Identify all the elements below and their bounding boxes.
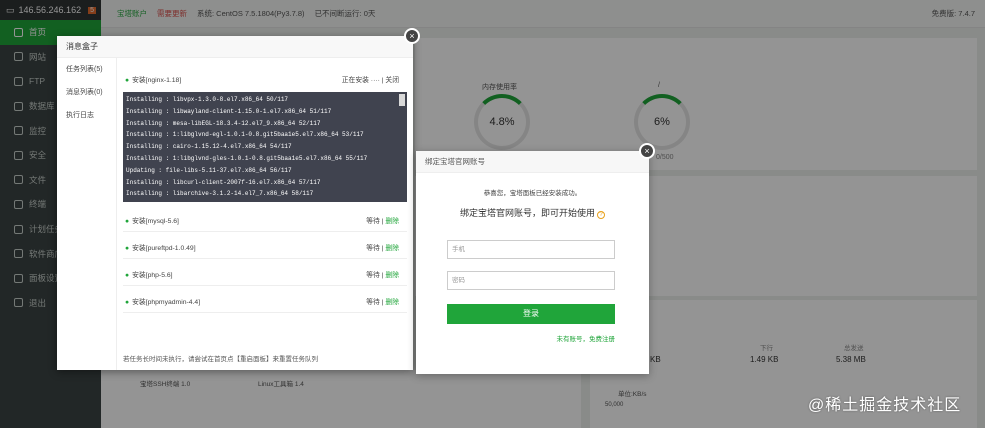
tab-execution-log[interactable]: 执行日志 xyxy=(57,104,116,127)
current-task-name: ● 安装[nginx-1.18] xyxy=(125,77,182,84)
delete-task-button[interactable]: 删除 xyxy=(385,245,399,252)
console-line: Installing : libvpx-1.3.0-8.el7.x86_64 5… xyxy=(126,96,289,103)
delete-task-button[interactable]: 删除 xyxy=(385,299,399,306)
help-icon[interactable]: ? xyxy=(597,211,605,219)
task-hint: 若任务长时间未执行，请尝试在首页点【重启面板】来重置任务队列 xyxy=(123,356,318,363)
task-wait: 等待 xyxy=(366,217,380,225)
bind-account-dialog: 绑定宝塔官网账号 恭喜您，宝塔面板已经安装成功。 绑定宝塔官网账号，即可开始使用… xyxy=(416,151,649,374)
install-console: Installing : libvpx-1.3.0-8.el7.x86_64 5… xyxy=(123,92,407,202)
console-line: Installing : libwayland-client-1.15.0-1.… xyxy=(126,107,332,115)
console-line: Installing : mesa-libEGL-18.3.4-12.el7_9… xyxy=(126,119,321,127)
tab-message-list[interactable]: 消息列表(0) xyxy=(57,81,116,104)
task-list: ● 安装[nginx-1.18] 正在安装 ···· | 关闭 Installin… xyxy=(123,70,407,370)
phone-input[interactable]: 手机 xyxy=(447,240,615,259)
task-name: ● 安装[pureftpd-1.0.49] xyxy=(125,244,196,252)
task-row: ● 安装[pureftpd-1.0.49] 等待 | 删除 xyxy=(123,235,407,259)
tab-task-list[interactable]: 任务列表(5) xyxy=(57,58,116,81)
console-line: Installing : 1:libglvnd-gles-1.0.1-0.8.g… xyxy=(126,154,368,162)
delete-task-button[interactable]: 删除 xyxy=(385,272,399,279)
close-icon[interactable]: × xyxy=(404,28,420,44)
task-row: ● 安装[mysql-5.6] 等待 | 删除 xyxy=(123,208,407,232)
login-button[interactable]: 登录 xyxy=(447,304,615,324)
password-input[interactable]: 密码 xyxy=(447,271,615,290)
register-link[interactable]: 未有账号，免费注册 xyxy=(557,333,616,343)
console-line: Installing : libarchive-3.1.2-14.el7_7.x… xyxy=(126,190,314,198)
dialog-title: 消息盒子 xyxy=(57,36,413,58)
task-wait: 等待 xyxy=(366,298,380,306)
task-row: ● 安装[php-5.6] 等待 | 删除 xyxy=(123,262,407,286)
task-wait: 等待 xyxy=(366,271,380,279)
message-box-dialog: 消息盒子 任务列表(5) 消息列表(0) 执行日志 ● 安装[nginx-1.18… xyxy=(57,36,413,370)
delete-task-button[interactable]: 删除 xyxy=(385,218,399,225)
console-scrollbar[interactable] xyxy=(399,94,405,106)
bind-dialog-title: 绑定宝塔官网账号 xyxy=(416,151,649,173)
task-row: ● 安装[phpmyadmin-4.4] 等待 | 删除 xyxy=(123,289,407,313)
message-tabs: 任务列表(5) 消息列表(0) 执行日志 xyxy=(57,58,117,370)
task-wait: 等待 xyxy=(366,244,380,252)
console-line: Installing : 1:libglvnd-egl-1.0.1-0.8.gi… xyxy=(126,131,364,139)
console-line: Updating : file-libs-5.11-37.el7.x86_64 … xyxy=(126,166,292,174)
bind-subtitle: 绑定宝塔官网账号，即可开始使用? xyxy=(416,206,649,219)
task-name: ● 安装[php-5.6] xyxy=(125,271,173,279)
task-name: ● 安装[phpmyadmin-4.4] xyxy=(125,298,201,306)
console-line: Installing : cairo-1.15.12-4.el7.x86_64 … xyxy=(126,143,292,151)
watermark: @稀土掘金技术社区 xyxy=(808,397,962,414)
close-icon[interactable]: × xyxy=(639,143,655,159)
task-name: ● 安装[mysql-5.6] xyxy=(125,217,179,225)
current-task-status[interactable]: 正在安装 ···· | 关闭 xyxy=(342,74,407,84)
current-task-row: ● 安装[nginx-1.18] 正在安装 ···· | 关闭 xyxy=(123,70,407,88)
install-success-message: 恭喜您，宝塔面板已经安装成功。 xyxy=(483,190,582,197)
console-line: Installing : libcurl-client-2007f-16.el7… xyxy=(126,178,321,186)
